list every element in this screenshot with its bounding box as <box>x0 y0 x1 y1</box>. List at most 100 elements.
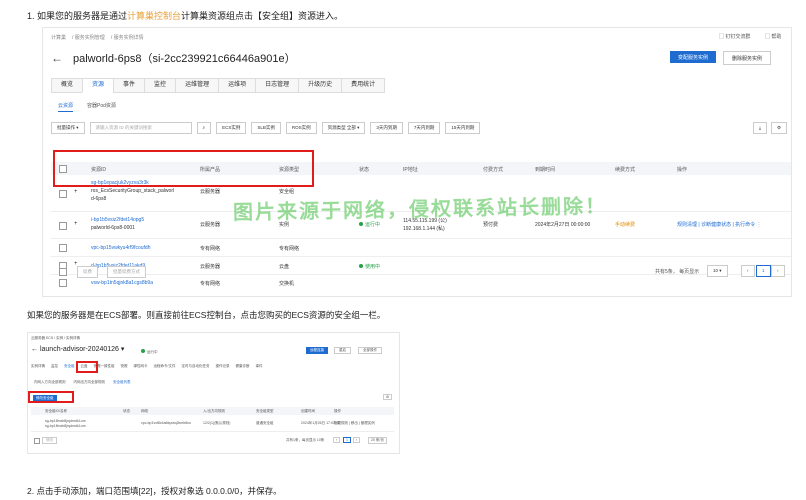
breadcrumb: 计算巢 / 服务实例管理 / 服务实例详情 <box>51 35 144 41</box>
row-checkbox[interactable] <box>59 222 67 230</box>
delete-instance-button[interactable]: 删除服务实例 <box>723 51 771 65</box>
resource-id-link[interactable]: vsw-bp1tn5qjnk8a1cgs8b9a <box>91 280 153 286</box>
help-link[interactable]: ▢ 帮助 <box>765 33 781 40</box>
tab-snapshot[interactable]: 快照 <box>121 364 128 369</box>
back-arrow-icon[interactable]: ← <box>31 346 40 353</box>
subtab-cloud-resources[interactable]: 云资源 <box>58 102 74 112</box>
subtab-security-group-list[interactable]: 安全组列表 <box>113 380 131 385</box>
network-link[interactable]: vpc-bp1vxt8c4a6fqzwq2kmb8nu <box>141 421 191 425</box>
tab-ops-items[interactable]: 运维项 <box>218 78 257 93</box>
sg-type-cell: 普通安全组 <box>256 421 274 425</box>
breadcrumb-item[interactable]: 计算巢 <box>51 35 66 41</box>
tab-events[interactable]: 事件 <box>255 364 262 369</box>
page-number-button[interactable]: 1 <box>756 265 771 277</box>
tab-health-diagnosis[interactable]: 健康诊断 <box>235 364 249 369</box>
prev-page-button[interactable]: ‹ <box>741 265 755 277</box>
chevron-down-icon: ▾ <box>357 124 360 130</box>
download-icon[interactable]: ⤓ <box>753 122 767 134</box>
help-label: 帮助 <box>771 34 782 40</box>
resource-type-select[interactable]: 资源类型 全部 ▾ <box>321 121 366 134</box>
tab-eni[interactable]: 弹性网卡 <box>134 364 148 369</box>
tab-remote-command[interactable]: 远程命令/文件 <box>154 364 176 369</box>
security-group-name[interactable]: sg-bp18mxb8jrqdnrdk1um <box>45 424 86 428</box>
filter-slb[interactable]: SLB实例 <box>251 121 281 134</box>
ecs-screenshot: 云服务器 ECS / 实例 / 实例详情 ← launch-advisor-20… <box>27 332 400 454</box>
title-row: ← launch-advisor-20240126 ▾ <box>31 345 124 353</box>
row-checkbox[interactable] <box>59 244 67 252</box>
tab-logs[interactable]: 日志管理 <box>255 78 300 93</box>
resource-name: palworld-6ps8-0001 <box>91 225 135 231</box>
col-header: 状态 <box>359 167 370 173</box>
tab-overview[interactable]: 概览 <box>51 78 84 93</box>
col-header: 操作 <box>677 167 688 173</box>
tab-ops-management[interactable]: 运维管理 <box>175 78 220 93</box>
filter-ros[interactable]: ROS实例 <box>285 121 317 134</box>
type-cell: 专有网络 <box>279 246 300 252</box>
search-icon-button[interactable]: ⌕ <box>196 121 212 134</box>
expand-icon[interactable]: + <box>74 221 78 227</box>
security-group-id-link[interactable]: sg-bp18mxb8jrqdnrdk1um <box>45 419 86 423</box>
row-actions[interactable]: 规则清理 | 诊断健康状态 | 执行命令 ⋮ <box>677 221 762 228</box>
tab-resources[interactable]: 资源 <box>82 78 115 93</box>
batch-ops-dropdown[interactable]: 批量操作 ▾ <box>51 121 85 134</box>
renew-button[interactable]: 续费 <box>77 266 98 278</box>
pagination-total: 共有1条，每页显示 10条 <box>286 438 325 442</box>
remote-connect-button[interactable]: 远程连接 <box>306 347 328 354</box>
expand-icon[interactable]: + <box>74 189 78 195</box>
resource-type-label: 资源类型 全部 <box>327 124 356 130</box>
type-cell: 交换机 <box>279 281 295 287</box>
ip-private: 192.168.1.144 (私) <box>403 226 445 232</box>
resource-id-link[interactable]: vpc-bp15vwkyu4rf9fcoufdh <box>91 245 150 251</box>
footer-checkbox[interactable] <box>34 438 40 444</box>
back-arrow-icon[interactable]: ← <box>51 52 63 64</box>
tab-security-group[interactable]: 安全组 <box>64 364 75 369</box>
subtab-inbound-rules[interactable]: 内网入方向全部规则 <box>34 380 66 385</box>
tab-instance-details[interactable]: 实例详情 <box>31 364 45 369</box>
col-header: IP地址 <box>403 167 418 173</box>
filter-7d[interactable]: 7天内到期 <box>407 121 441 134</box>
next-page-button[interactable]: › <box>771 265 785 277</box>
subtab-pod-resources[interactable]: 容器Pod资源 <box>87 102 116 112</box>
next-page-button[interactable]: › <box>353 437 361 443</box>
filter-3d[interactable]: 3天内到期 <box>370 121 403 134</box>
batch-renew-mode-button[interactable]: 批量续费方式 <box>107 266 146 278</box>
prev-page-button[interactable]: ‹ <box>333 437 341 443</box>
settings-icon[interactable]: ⚙ <box>383 394 393 400</box>
type-cell: 云盘 <box>279 264 290 270</box>
settings-icon[interactable]: ⚙ <box>771 122 788 134</box>
resource-name: ros_EcsSecurityGroup_stack_palworl <box>91 188 175 194</box>
page-number-button[interactable]: 1 <box>343 437 351 443</box>
step-1-highlight: 计算巢控制台 <box>127 11 182 21</box>
modify-instance-button[interactable]: 变配服务实例 <box>670 51 716 63</box>
search-input[interactable]: 请输入资源 ID 的关键词搜索 <box>89 121 192 134</box>
sub-tabs: 云资源 容器Pod资源 <box>58 102 130 112</box>
row-checkbox[interactable] <box>59 190 67 198</box>
status-dot-icon <box>359 264 363 268</box>
modify-button[interactable]: 修改 <box>42 437 57 444</box>
product-cell: 专有网络 <box>200 281 221 287</box>
tab-operation-log[interactable]: 操作记录 <box>215 364 229 369</box>
breadcrumb-item[interactable]: 服务实例管理 <box>75 35 105 41</box>
tab-cost[interactable]: 费用统计 <box>341 78 386 93</box>
highlight-box <box>76 361 98 373</box>
status-text: 运行中 <box>147 350 158 354</box>
all-actions-button[interactable]: 全部操作 <box>358 347 382 354</box>
tab-upgrade-history[interactable]: 升级历史 <box>298 78 343 93</box>
page-size-select[interactable]: 20 条/页 <box>368 437 387 444</box>
restart-button[interactable]: 重启 <box>334 347 351 354</box>
chevron-down-icon: ▾ <box>120 346 125 353</box>
dingtalk-group-link[interactable]: ▢ 钉钉交流群 <box>719 33 750 40</box>
row-actions[interactable]: 配置规则 | 移出 | 管理实例 <box>334 421 375 426</box>
subtab-outbound-rules[interactable]: 内网出方向全部规则 <box>74 380 106 385</box>
filter-15d[interactable]: 15天内到期 <box>445 121 481 134</box>
tab-scheduled-tasks[interactable]: 定时与自动化任务 <box>181 364 209 369</box>
tab-monitor[interactable]: 监控 <box>144 78 177 93</box>
tab-monitor[interactable]: 监控 <box>51 364 58 369</box>
resource-id-link[interactable]: i-bp1b5vsiz2fdet14opg5 <box>91 217 144 223</box>
page-size-select[interactable]: 10 ▾ <box>707 265 728 277</box>
tab-events[interactable]: 事件 <box>113 78 146 93</box>
product-cell: 云服务器 <box>200 189 221 195</box>
footer-select-all-checkbox[interactable] <box>59 268 67 276</box>
row-checkbox[interactable] <box>59 279 67 287</box>
filter-ecs[interactable]: ECS实例 <box>216 121 247 134</box>
